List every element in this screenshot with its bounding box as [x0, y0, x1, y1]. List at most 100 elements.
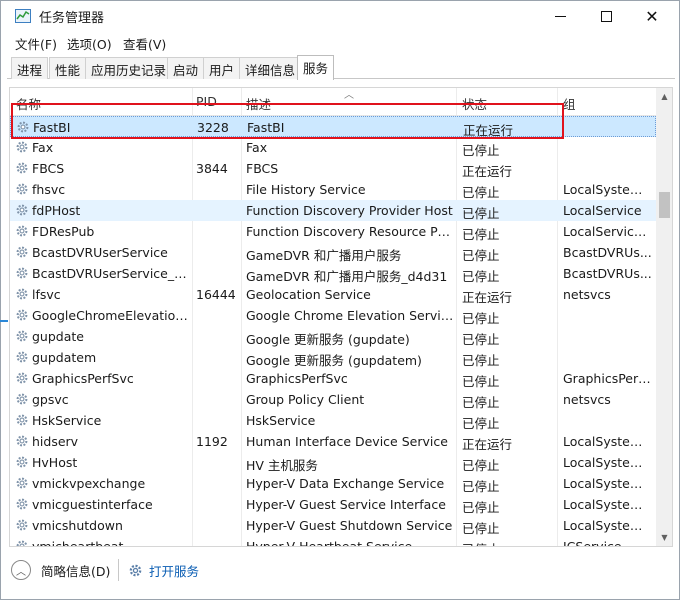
service-status: 已停止: [462, 479, 500, 494]
tab-performance[interactable]: 性能: [49, 57, 87, 79]
table-row[interactable]: HskService HskService 已停止: [10, 410, 656, 431]
service-group: LocalService...: [563, 224, 653, 239]
service-name: GraphicsPerfSvc: [32, 371, 134, 386]
minimize-button[interactable]: [537, 1, 583, 31]
menu-view[interactable]: 查看(V): [123, 34, 166, 53]
gear-icon: [129, 564, 142, 577]
service-status: 已停止: [462, 539, 552, 546]
service-status: 已停止: [462, 143, 500, 158]
service-status: 已停止: [462, 332, 500, 347]
collapse-button[interactable]: ︿: [11, 560, 31, 580]
service-description: Function Discovery Provider Host: [246, 203, 453, 218]
service-description: HV 主机服务: [246, 458, 318, 473]
table-row[interactable]: gupdatem Google 更新服务 (gupdatem) 已停止: [10, 347, 656, 368]
open-services-link[interactable]: 打开服务: [149, 561, 199, 580]
service-description: FBCS: [246, 161, 279, 176]
table-row[interactable]: BcastDVRUserService_d4... GameDVR 和广播用户服务…: [10, 263, 656, 284]
service-gear-icon: [16, 498, 28, 510]
column-header-pid[interactable]: PID: [196, 94, 217, 109]
tab-startup[interactable]: 启动: [167, 57, 205, 79]
column-header-status[interactable]: 状态: [462, 94, 487, 113]
service-status: 已停止: [462, 416, 500, 431]
service-description: Human Interface Device Service: [246, 434, 448, 449]
window-title: 任务管理器: [39, 11, 105, 26]
service-pid: 3844: [196, 161, 228, 176]
service-description: Google 更新服务 (gupdate): [246, 332, 410, 347]
minimize-icon: [554, 15, 566, 17]
maximize-button[interactable]: [583, 1, 629, 31]
service-status: 已停止: [462, 521, 500, 536]
scroll-down-icon[interactable]: ▼: [656, 529, 672, 546]
service-pid: 1192: [196, 434, 228, 449]
service-description: HskService: [246, 413, 316, 428]
service-status: 已停止: [462, 269, 500, 284]
service-name: vmicguestinterface: [32, 497, 153, 512]
column-header-description[interactable]: 描述: [246, 94, 271, 113]
table-row[interactable]: FastBI 3228 FastBI 正在运行: [10, 116, 656, 138]
table-row[interactable]: Fax Fax 已停止: [10, 137, 656, 158]
service-description: Group Policy Client: [246, 392, 365, 407]
list-header: 名称 PID 描述 ︿ 状态 组: [10, 88, 656, 116]
table-row[interactable]: HvHost HV 主机服务 已停止 LocalSystem...: [10, 452, 656, 473]
tab-processes[interactable]: 进程: [11, 57, 49, 79]
service-group: LocalSystem...: [563, 476, 653, 491]
service-description: Hyper-V Guest Service Interface: [246, 497, 446, 512]
table-row[interactable]: GraphicsPerfSvc GraphicsPerfSvc 已停止 Graphic…: [10, 368, 656, 389]
table-row[interactable]: vmicheartbeat Hyper-V Heartbeat Service 已停…: [10, 536, 656, 547]
service-gear-icon: [16, 393, 28, 405]
service-description: Google Chrome Elevation Servic...: [246, 308, 454, 323]
table-row[interactable]: fdPHost Function Discovery Provider Host 已…: [10, 200, 656, 221]
table-row[interactable]: vmickvpexchange Hyper-V Data Exchange Ser…: [10, 473, 656, 494]
tab-bar: 进程 性能 应用历史记录 启动 用户 详细信息 服务: [7, 55, 675, 80]
service-description: FastBI: [247, 120, 285, 135]
scroll-up-icon[interactable]: ▲: [656, 88, 672, 105]
table-row[interactable]: FBCS 3844 FBCS 正在运行: [10, 158, 656, 179]
tab-details[interactable]: 详细信息: [239, 57, 302, 79]
service-gear-icon: [16, 267, 28, 279]
table-row[interactable]: vmicshutdown Hyper-V Guest Shutdown Servi…: [10, 515, 656, 536]
service-name: HskService: [32, 413, 102, 428]
service-name: vmicheartbeat: [32, 539, 124, 547]
title-bar[interactable]: 任务管理器 ✕: [1, 1, 679, 31]
service-status: 正在运行: [462, 290, 513, 305]
column-header-group[interactable]: 组: [563, 94, 576, 113]
table-row[interactable]: FDResPub Function Discovery Resource Pub.…: [10, 221, 656, 242]
tab-services[interactable]: 服务: [297, 55, 335, 80]
service-description: Hyper-V Heartbeat Service: [246, 539, 413, 547]
menu-options[interactable]: 选项(O): [67, 34, 112, 53]
service-gear-icon: [16, 204, 28, 216]
menu-file[interactable]: 文件(F): [15, 34, 57, 53]
table-row[interactable]: gupdate Google 更新服务 (gupdate) 已停止: [10, 326, 656, 347]
service-group: LocalSystem...: [563, 182, 653, 197]
service-pid: 3228: [197, 120, 229, 135]
tab-app-history[interactable]: 应用历史记录: [85, 57, 173, 79]
table-row[interactable]: BcastDVRUserService GameDVR 和广播用户服务 已停止 Bca…: [10, 242, 656, 263]
scrollbar-thumb[interactable]: [659, 192, 670, 218]
service-name: hidserv: [32, 434, 79, 449]
service-gear-icon: [16, 246, 28, 258]
service-group: LocalService: [563, 203, 642, 218]
service-group: LocalSystem...: [563, 455, 653, 470]
service-gear-icon: [16, 141, 28, 153]
service-gear-icon: [16, 372, 28, 384]
table-row[interactable]: vmicguestinterface Hyper-V Guest Service …: [10, 494, 656, 515]
service-status: 已停止: [462, 458, 500, 473]
service-description: Function Discovery Resource Pub...: [246, 224, 454, 239]
table-row[interactable]: hidserv 1192 Human Interface Device Servic…: [10, 431, 656, 452]
service-description: Hyper-V Data Exchange Service: [246, 476, 445, 491]
table-row[interactable]: lfsvc 16444 Geolocation Service 正在运行 netsvcs: [10, 284, 656, 305]
brief-info-link[interactable]: 简略信息(D): [41, 561, 110, 580]
table-row[interactable]: fhsvc File History Service 已停止 LocalSystem.…: [10, 179, 656, 200]
tab-users[interactable]: 用户: [203, 57, 241, 79]
chevron-up-icon: ︿: [16, 566, 26, 578]
close-button[interactable]: ✕: [629, 1, 675, 31]
services-list[interactable]: 名称 PID 描述 ︿ 状态 组 FastBI 3228 FastBI 正在运行 Fax…: [9, 87, 673, 547]
service-status: 已停止: [462, 206, 500, 221]
service-name: gupdate: [32, 329, 84, 344]
table-row[interactable]: gpsvc Group Policy Client 已停止 netsvcs: [10, 389, 656, 410]
vertical-scrollbar[interactable]: ▲ ▼: [656, 88, 672, 546]
column-header-name[interactable]: 名称: [16, 94, 41, 113]
service-status: 正在运行: [462, 437, 513, 452]
table-row[interactable]: GoogleChromeElevation... Google Chrome El…: [10, 305, 656, 326]
service-gear-icon: [17, 121, 29, 133]
